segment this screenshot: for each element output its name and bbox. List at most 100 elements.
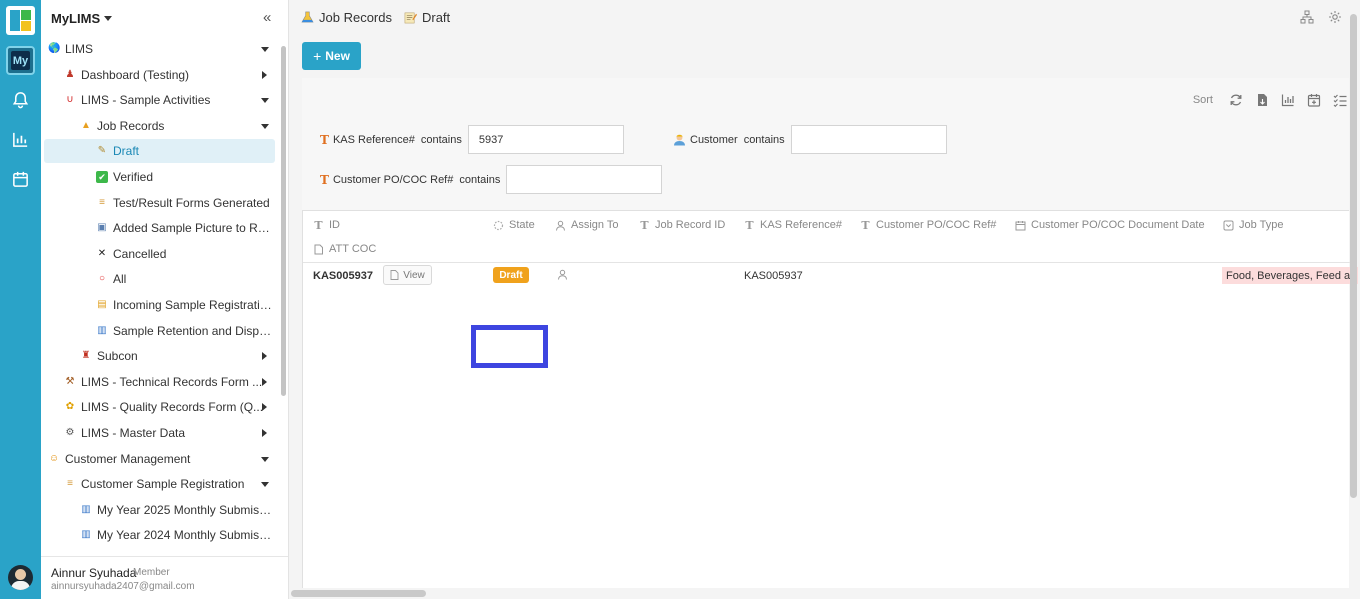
sidebar-item-label: Cancelled xyxy=(113,246,167,261)
horizontal-scrollbar[interactable] xyxy=(291,590,426,597)
column-header-document-date[interactable]: Customer PO/COC Document Date xyxy=(1015,219,1205,231)
scroll-icon: ≡ xyxy=(67,478,73,490)
globe-icon: 🌎 xyxy=(48,43,61,54)
sidebar-item-label: Added Sample Picture to Rep... xyxy=(113,221,275,236)
workspace-title[interactable]: MyLIMS xyxy=(51,11,100,26)
filter-operator[interactable]: contains xyxy=(744,134,785,146)
reports-icon[interactable] xyxy=(11,130,30,149)
column-header-id[interactable]: T ID xyxy=(313,219,340,231)
sidebar-item-lims-technical-records-form[interactable]: ⚒ LIMS - Technical Records Form ... xyxy=(44,370,275,394)
kas-reference-filter-input[interactable]: 5937 xyxy=(467,125,624,154)
sort-button[interactable]: Sort xyxy=(1193,94,1213,106)
sidebar-item-my-year-2024-monthly-submissi[interactable]: ▥ My Year 2024 Monthly Submissi... xyxy=(44,523,275,547)
customer-icon xyxy=(674,134,685,146)
filter-customer: Customer contains xyxy=(673,125,947,154)
sidebar-item-job-records[interactable]: ▲ Job Records xyxy=(44,114,275,138)
sidebar-item-label: LIMS - Technical Records Form ... xyxy=(81,374,263,389)
sidebar-item-label: Subcon xyxy=(97,349,138,364)
cross-icon: ✕ xyxy=(97,247,107,259)
column-header-att-coc[interactable]: ATT COC xyxy=(313,243,376,255)
flask-icon: ▲ xyxy=(81,119,91,131)
bell-icon[interactable] xyxy=(11,90,30,109)
date-column-icon xyxy=(1015,220,1026,230)
sidebar-item-draft[interactable]: ✎ Draft xyxy=(44,139,275,164)
sidebar-item-lims[interactable]: 🌎 LIMS xyxy=(44,37,275,61)
sidebar-item-test-result-forms-generated[interactable]: ≡ Test/Result Forms Generated xyxy=(44,191,275,215)
sidebar-item-lims-master-data[interactable]: ⚙ LIMS - Master Data xyxy=(44,421,275,445)
vertical-scrollbar[interactable] xyxy=(1350,14,1357,498)
sidebar-item-added-sample-picture-to-rep[interactable]: ▣ Added Sample Picture to Rep... xyxy=(44,216,275,240)
user-email: ainnursyuhada2407@gmail.com xyxy=(51,581,195,592)
sidebar-item-verified[interactable]: ✔ Verified xyxy=(44,165,275,189)
refresh-icon[interactable] xyxy=(1229,93,1243,107)
sidebar-item-cancelled[interactable]: ✕ Cancelled xyxy=(44,242,275,266)
expand-caret-icon[interactable] xyxy=(261,123,269,129)
user-profile[interactable]: Ainnur Syuhada Member ainnursyuhada2407@… xyxy=(41,556,288,599)
sidebar-item-customer-management[interactable]: ☺ Customer Management xyxy=(44,447,275,471)
text-field-icon: T xyxy=(320,172,329,187)
view-record-button[interactable]: View xyxy=(383,265,432,285)
user-avatar[interactable] xyxy=(8,565,33,590)
text-column-icon: T xyxy=(861,218,870,232)
column-header-job-type[interactable]: Job Type xyxy=(1223,219,1283,231)
kas-reference-cell: KAS005937 xyxy=(744,270,803,282)
collapse-caret-icon[interactable] xyxy=(262,403,267,412)
expand-caret-icon[interactable] xyxy=(261,47,269,52)
gear-icon: ⚙ xyxy=(65,427,75,438)
sidebar-item-sample-retention-and-dispos[interactable]: ▥ Sample Retention and Dispos... xyxy=(44,319,275,343)
app-logo-icon[interactable] xyxy=(6,6,35,35)
customer-filter-input[interactable] xyxy=(790,125,947,154)
collapse-caret-icon[interactable] xyxy=(262,70,267,79)
workspace-dropdown-icon[interactable] xyxy=(104,16,112,21)
expand-caret-icon[interactable] xyxy=(261,456,269,462)
select-column-icon xyxy=(1223,220,1234,230)
assign-person-icon[interactable] xyxy=(557,269,568,280)
sidebar-item-lims-sample-activities[interactable]: ∪ LIMS - Sample Activities xyxy=(44,88,275,112)
sidebar-item-all[interactable]: ○ All xyxy=(44,267,275,291)
sidebar-item-customer-sample-registration[interactable]: ≡ Customer Sample Registration xyxy=(44,472,275,496)
smiley-icon: ☺ xyxy=(48,452,60,464)
collapse-caret-icon[interactable] xyxy=(262,429,267,437)
column-header-state[interactable]: State xyxy=(493,219,535,231)
collapse-caret-icon[interactable] xyxy=(262,352,267,361)
chart-person-icon: ♟ xyxy=(65,68,75,80)
breadcrumb-parent[interactable]: Job Records xyxy=(319,10,392,25)
chart-icon[interactable] xyxy=(1281,93,1295,107)
sidebar-item-my-year-2025-monthly-submissi[interactable]: ▥ My Year 2025 Monthly Submissi... xyxy=(44,498,275,522)
my-workspace-button[interactable]: My xyxy=(6,46,35,75)
my-badge: My xyxy=(11,51,30,70)
bar-chart-icon: ▥ xyxy=(81,529,91,541)
sidebar-scrollbar[interactable] xyxy=(280,42,286,552)
collapse-sidebar-icon[interactable]: « xyxy=(263,9,271,26)
filter-field-label: Customer xyxy=(690,133,738,146)
collapse-caret-icon[interactable] xyxy=(262,377,267,386)
ledger-icon: ▤ xyxy=(97,299,107,310)
export-document-icon[interactable] xyxy=(1255,93,1269,107)
column-header-assign-to[interactable]: Assign To xyxy=(555,219,619,231)
circle-icon: ○ xyxy=(98,273,106,285)
expand-caret-icon[interactable] xyxy=(261,98,269,104)
checklist-icon[interactable] xyxy=(1333,93,1347,107)
customer-po-filter-input[interactable] xyxy=(506,165,663,194)
sidebar: MyLIMS « 🌎 LIMS ♟ Dashboard (Testing) ∪ LIMS … xyxy=(41,0,289,599)
record-id-cell[interactable]: KAS005937 xyxy=(313,270,373,282)
highlight-box xyxy=(471,325,548,368)
column-header-job-record-id[interactable]: T Job Record ID xyxy=(639,219,725,231)
check-box-icon: ✔ xyxy=(96,171,108,183)
filter-field-label: KAS Reference# xyxy=(332,133,415,146)
column-header-customer-po[interactable]: T Customer PO/COC Ref# xyxy=(860,219,996,231)
column-header-kas-reference[interactable]: T KAS Reference# xyxy=(744,219,842,231)
memo-icon xyxy=(404,12,417,24)
calendar-icon[interactable] xyxy=(11,170,30,189)
sidebar-item-incoming-sample-registratio[interactable]: ▤ Incoming Sample Registratio... xyxy=(44,293,275,317)
org-chart-icon[interactable] xyxy=(1300,10,1314,24)
expand-caret-icon[interactable] xyxy=(261,482,269,488)
new-record-button[interactable]: + New xyxy=(302,42,361,70)
sidebar-item-subcon[interactable]: ♜ Subcon xyxy=(44,344,275,368)
filter-operator[interactable]: contains xyxy=(421,134,462,146)
sidebar-item-dashboard-testing[interactable]: ♟ Dashboard (Testing) xyxy=(44,63,275,87)
settings-gear-icon[interactable] xyxy=(1328,10,1342,24)
calendar-add-icon[interactable] xyxy=(1307,93,1321,107)
filter-operator[interactable]: contains xyxy=(459,174,500,186)
sidebar-item-lims-quality-records-form-q[interactable]: ✿ LIMS - Quality Records Form (Q... xyxy=(44,395,275,419)
